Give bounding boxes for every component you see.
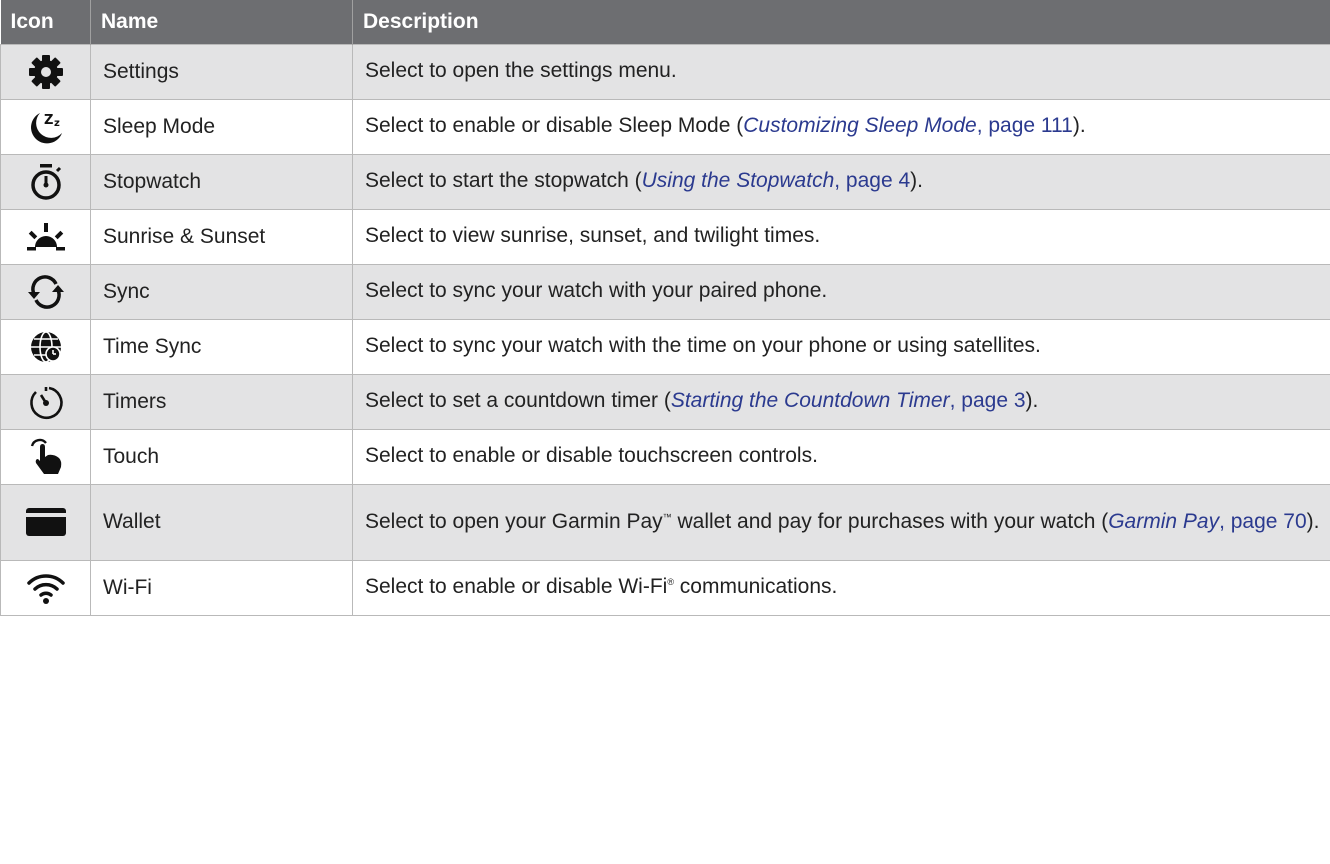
- icon-cell: [0, 483, 91, 560]
- row-name: Wi-Fi: [90, 559, 353, 616]
- icon-cell: [0, 559, 91, 616]
- sunrise-icon: [26, 222, 65, 250]
- row-description: Select to enable or disable Sleep Mode (…: [352, 98, 1330, 154]
- row-name: Sunrise & Sunset: [90, 208, 353, 264]
- table-row: Touch Select to enable or disable touchs…: [0, 428, 1330, 484]
- row-description: Select to set a countdown timer (Startin…: [352, 373, 1330, 429]
- row-name: Sync: [90, 263, 353, 319]
- trademark-symbol: ™: [662, 511, 672, 522]
- header-name: Name: [90, 0, 353, 44]
- touch-hand-icon: [30, 438, 61, 474]
- moon-sleep-icon: Z z: [30, 112, 62, 143]
- cross-reference-link[interactable]: Using the Stopwatch, page 4: [642, 169, 911, 192]
- row-description: Select to sync your watch with your pair…: [352, 263, 1330, 319]
- table-row: Stopwatch Select to start the stopwatch …: [0, 153, 1330, 209]
- wallet-card-icon: [25, 508, 66, 536]
- cross-reference-link[interactable]: Garmin Pay, page 70: [1108, 510, 1306, 533]
- icon-cell: Z z: [0, 98, 91, 154]
- row-name: Time Sync: [90, 318, 353, 374]
- row-description: Select to start the stopwatch (Using the…: [352, 153, 1330, 209]
- table-row: Wi-Fi Select to enable or disable Wi-Fi®…: [0, 559, 1330, 616]
- table-row: Time Sync Select to sync your watch with…: [0, 318, 1330, 374]
- controls-table: Icon Name Description Settings Select to…: [0, 0, 1330, 616]
- icon-cell: [0, 428, 91, 484]
- row-description: Select to open your Garmin Pay™ wallet a…: [352, 483, 1330, 560]
- icon-cell: [0, 318, 91, 374]
- icon-cell: [0, 373, 91, 429]
- row-name: Touch: [90, 428, 353, 484]
- row-description: Select to enable or disable touchscreen …: [352, 428, 1330, 484]
- cross-reference-link[interactable]: Customizing Sleep Mode, page 111: [743, 114, 1073, 137]
- table-row: Timers Select to set a countdown timer (…: [0, 373, 1330, 429]
- row-name: Stopwatch: [90, 153, 353, 209]
- row-name: Wallet: [90, 483, 353, 560]
- globe-clock-icon: [30, 330, 61, 363]
- table-row: Settings Select to open the settings men…: [0, 43, 1330, 99]
- row-description: Select to enable or disable Wi-Fi® commu…: [352, 559, 1330, 616]
- row-description: Select to view sunrise, sunset, and twil…: [352, 208, 1330, 264]
- table-row: Sync Select to sync your watch with your…: [0, 263, 1330, 319]
- header-icon: Icon: [0, 0, 91, 44]
- gear-icon: [28, 54, 63, 89]
- table-row: Wallet Select to open your Garmin Pay™ w…: [0, 483, 1330, 560]
- row-description: Select to open the settings menu.: [352, 43, 1330, 99]
- cross-reference-link[interactable]: Starting the Countdown Timer, page 3: [671, 389, 1026, 412]
- row-description: Select to sync your watch with the time …: [352, 318, 1330, 374]
- registered-symbol: ®: [667, 577, 674, 588]
- svg-text:z: z: [54, 118, 60, 129]
- table-row: Z z Sleep Mode Select to enable or disab…: [0, 98, 1330, 154]
- icon-cell: [0, 153, 91, 209]
- row-name: Timers: [90, 373, 353, 429]
- icon-cell: [0, 208, 91, 264]
- stopwatch-icon: [30, 163, 61, 200]
- svg-text:Z: Z: [44, 113, 53, 128]
- sync-icon: [27, 274, 64, 309]
- row-name: Sleep Mode: [90, 98, 353, 154]
- table-header-row: Icon Name Description: [0, 0, 1330, 44]
- icon-cell: [0, 43, 91, 99]
- row-name: Settings: [90, 43, 353, 99]
- timer-icon: [29, 386, 63, 419]
- header-description: Description: [363, 9, 479, 33]
- icon-cell: [0, 263, 91, 319]
- table-row: Sunrise & Sunset Select to view sunrise,…: [0, 208, 1330, 264]
- wifi-icon: [26, 573, 65, 604]
